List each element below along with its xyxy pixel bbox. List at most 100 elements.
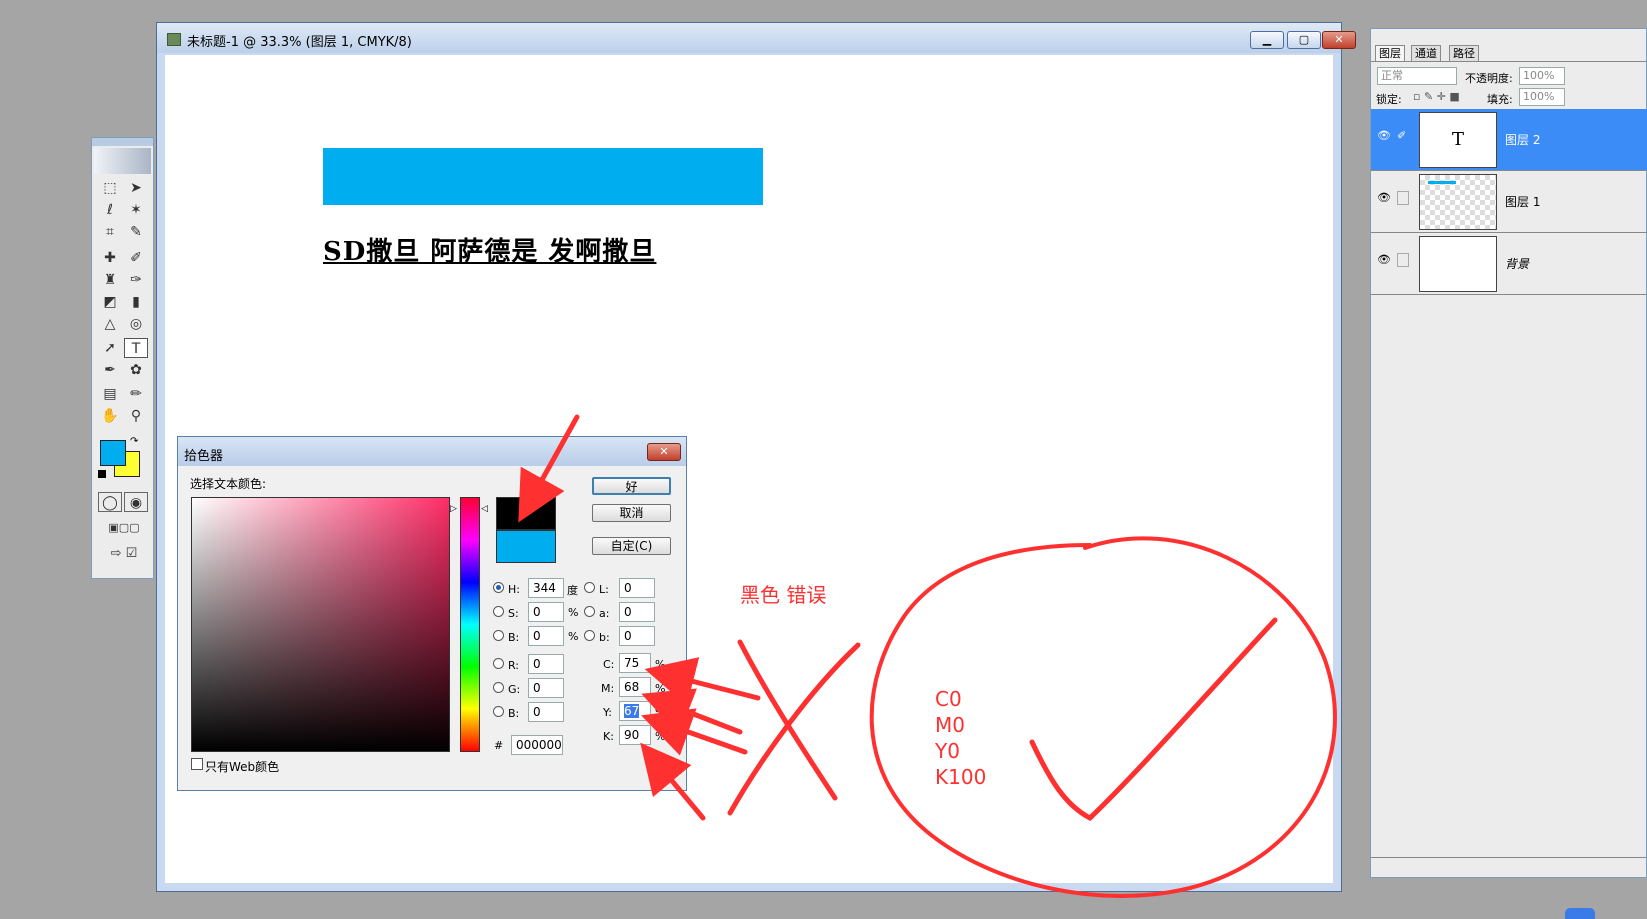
lasso-icon[interactable]: ℓ xyxy=(98,200,122,220)
h-input[interactable]: 344 xyxy=(528,578,564,598)
rgb-b-label: B: xyxy=(508,707,520,720)
tab-divider xyxy=(1371,61,1646,62)
correct-c-value: C0 xyxy=(935,687,962,711)
tab-channels[interactable]: 通道 xyxy=(1411,45,1441,61)
layer-name[interactable]: 图层 1 xyxy=(1505,193,1540,210)
b-radio[interactable] xyxy=(493,630,504,641)
y-input[interactable]: 67 xyxy=(619,701,651,721)
gradient-icon[interactable]: ▮ xyxy=(124,292,148,312)
slice-icon[interactable]: ✎ xyxy=(124,222,148,242)
hex-label: # xyxy=(494,739,504,752)
taskbar-button[interactable] xyxy=(1565,908,1595,919)
ok-button[interactable]: 好 xyxy=(592,477,671,495)
magic-wand-icon[interactable]: ✶ xyxy=(124,200,148,220)
g-radio[interactable] xyxy=(493,682,504,693)
a-input[interactable]: 0 xyxy=(619,602,655,622)
layer-row-1[interactable]: 👁 图层 1 xyxy=(1371,171,1647,233)
marquee-icon[interactable]: ⬚ xyxy=(98,178,122,198)
hex-input[interactable]: 000000 xyxy=(511,735,563,755)
m-input[interactable]: 68 xyxy=(619,677,651,697)
a-label: a: xyxy=(599,607,610,620)
zoom-icon[interactable]: ⚲ xyxy=(124,406,148,426)
hue-slider-right-arrow[interactable]: ◁ xyxy=(481,504,488,514)
layer-thumbnail: T xyxy=(1419,112,1497,168)
canvas-text-layer: SD撒旦 阿萨德是 发啊撒旦 xyxy=(323,237,657,267)
k-unit: % xyxy=(655,730,666,743)
foreground-color-swatch[interactable] xyxy=(100,440,126,466)
crop-icon[interactable]: ⌗ xyxy=(98,222,122,242)
tab-paths[interactable]: 路径 xyxy=(1449,45,1479,61)
layer-name[interactable]: 图层 2 xyxy=(1505,131,1540,148)
y-label: Y: xyxy=(603,706,612,719)
r-radio[interactable] xyxy=(493,658,504,669)
clone-stamp-icon[interactable]: ♜ xyxy=(98,270,122,290)
eye-icon[interactable]: 👁 xyxy=(1377,253,1391,267)
default-colors-icon[interactable] xyxy=(98,470,106,478)
fill-field[interactable]: 100% xyxy=(1519,88,1565,106)
toolbox-grip[interactable] xyxy=(92,138,153,146)
document-titlebar[interactable]: 未标题-1 @ 33.3% (图层 1, CMYK/8) ▁ ▢ ✕ xyxy=(157,23,1356,53)
close-button[interactable]: ✕ xyxy=(1322,31,1356,49)
r-input[interactable]: 0 xyxy=(528,654,564,674)
swap-colors-icon[interactable]: ↷ xyxy=(130,436,138,447)
eye-icon[interactable]: 👁 xyxy=(1377,129,1391,143)
custom-button[interactable]: 自定(C) xyxy=(592,537,671,555)
layer-row-background[interactable]: 👁 背景 xyxy=(1371,233,1647,295)
jump-to-imageready-icon[interactable]: ⇨ ☑ xyxy=(96,544,152,564)
shape-icon[interactable]: ✿ xyxy=(124,360,148,380)
brush-icon[interactable]: ✐ xyxy=(124,248,148,268)
s-input[interactable]: 0 xyxy=(528,602,564,622)
b-input[interactable]: 0 xyxy=(528,626,564,646)
maximize-button[interactable]: ▢ xyxy=(1287,31,1321,49)
feather-logo-icon[interactable] xyxy=(94,148,151,174)
b-label: B: xyxy=(508,631,520,644)
eraser-icon[interactable]: ◩ xyxy=(98,292,122,312)
a-radio[interactable] xyxy=(584,606,595,617)
web-only-checkbox[interactable] xyxy=(191,758,203,770)
type-icon[interactable]: T xyxy=(124,338,148,358)
layer-name[interactable]: 背景 xyxy=(1505,255,1529,272)
pen-icon[interactable]: ✒ xyxy=(98,360,122,380)
opacity-field[interactable]: 100% xyxy=(1519,67,1565,85)
l-input[interactable]: 0 xyxy=(619,578,655,598)
picker-close-button[interactable]: ✕ xyxy=(647,443,681,461)
minimize-button[interactable]: ▁ xyxy=(1250,31,1284,49)
b-unit: % xyxy=(568,630,579,643)
notes-icon[interactable]: ▤ xyxy=(98,384,122,404)
hue-slider[interactable] xyxy=(460,497,480,752)
move-icon[interactable]: ➤ xyxy=(124,178,148,198)
brush-link-icon[interactable]: ✐ xyxy=(1397,129,1406,142)
l-radio[interactable] xyxy=(584,582,595,593)
layer-row-2[interactable]: 👁 ✐ T 图层 2 xyxy=(1371,109,1647,171)
eyedropper-icon[interactable]: ✏ xyxy=(124,384,148,404)
history-brush-icon[interactable]: ✑ xyxy=(124,270,148,290)
dodge-icon[interactable]: ◎ xyxy=(124,314,148,334)
link-box[interactable] xyxy=(1397,253,1409,267)
s-radio[interactable] xyxy=(493,606,504,617)
c-input[interactable]: 75 xyxy=(619,653,651,673)
path-select-icon[interactable]: ➚ xyxy=(98,338,122,358)
standard-mode-icon[interactable]: ◯ xyxy=(98,492,122,512)
g-input[interactable]: 0 xyxy=(528,678,564,698)
cancel-button[interactable]: 取消 xyxy=(592,504,671,522)
healing-brush-icon[interactable]: ✚ xyxy=(98,248,122,268)
eye-icon[interactable]: 👁 xyxy=(1377,191,1391,205)
hue-slider-left-arrow[interactable]: ▷ xyxy=(450,504,457,514)
h-radio[interactable] xyxy=(493,582,504,593)
rgb-b-input[interactable]: 0 xyxy=(528,702,564,722)
hand-icon[interactable]: ✋ xyxy=(98,406,122,426)
fill-label: 填充: xyxy=(1487,93,1513,106)
lab-b-radio[interactable] xyxy=(584,630,595,641)
screen-mode-icons[interactable]: ▣▢▢ xyxy=(96,518,152,538)
lock-icons[interactable]: ▫ ✎ ✛ ■ xyxy=(1413,90,1460,103)
tab-layers[interactable]: 图层 xyxy=(1375,45,1405,61)
blend-mode-select[interactable]: 正常 xyxy=(1377,67,1457,85)
saturation-brightness-field[interactable] xyxy=(191,497,450,752)
blur-icon[interactable]: △ xyxy=(98,314,122,334)
lab-b-input[interactable]: 0 xyxy=(619,626,655,646)
quick-mask-icon[interactable]: ◉ xyxy=(124,492,148,512)
rgb-b-radio[interactable] xyxy=(493,706,504,717)
picker-titlebar[interactable]: 拾色器 xyxy=(178,437,686,466)
link-box[interactable] xyxy=(1397,191,1409,205)
k-input[interactable]: 90 xyxy=(619,725,651,745)
